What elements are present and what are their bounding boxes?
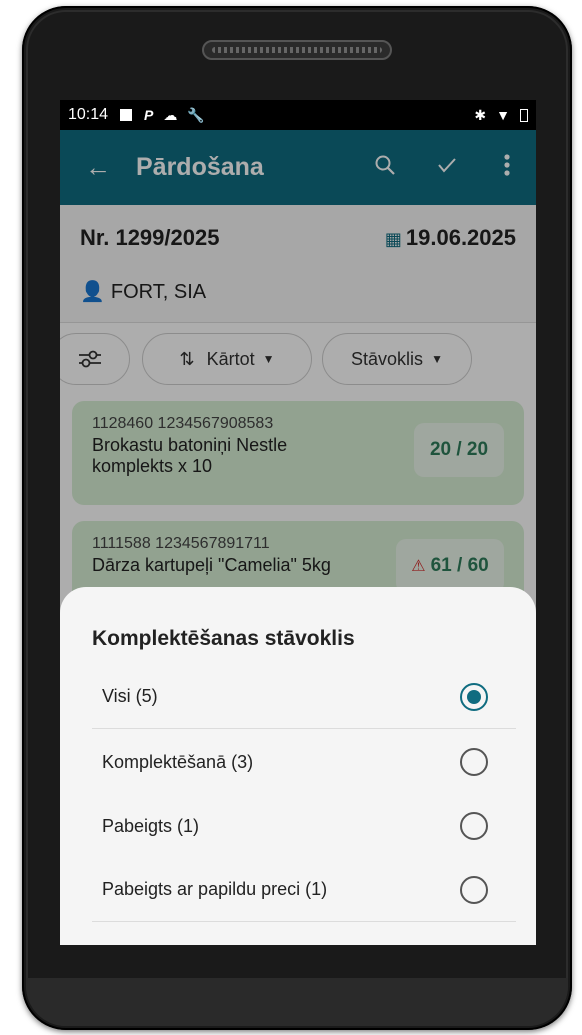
state-option-all[interactable]: Visi (5): [92, 665, 516, 729]
radio-unselected-icon[interactable]: [460, 812, 488, 840]
phone-speaker: [202, 40, 392, 60]
state-option-finished[interactable]: Pabeigts (1): [92, 794, 516, 858]
status-right: ✱ ▼: [474, 107, 528, 124]
state-option-in-progress[interactable]: Komplektēšanā (3): [92, 730, 516, 794]
sheet-title: Komplektēšanas stāvoklis: [92, 627, 355, 650]
status-time: 10:14: [68, 106, 109, 123]
radio-selected-icon[interactable]: [460, 683, 488, 711]
status-bar: 10:14 P ☁ 🔧 ✱ ▼: [60, 100, 536, 130]
radio-unselected-icon[interactable]: [460, 876, 488, 904]
state-option-finished-extra[interactable]: Pabeigts ar papildu preci (1): [92, 858, 516, 922]
wrench-icon: 🔧: [187, 106, 205, 123]
cloud-icon: ☁: [163, 106, 178, 123]
speaker-grille: [212, 47, 382, 53]
wifi-icon: ▼: [496, 107, 510, 123]
option-label: Pabeigts (1): [102, 815, 200, 836]
notification-square-icon: [120, 109, 133, 121]
bluetooth-icon: ✱: [474, 106, 487, 123]
screen: 10:14 P ☁ 🔧 ✱ ▼ ← Pārdošana Nr. 1299/202…: [60, 100, 536, 945]
radio-unselected-icon[interactable]: [460, 748, 488, 776]
phone-chin: [26, 978, 568, 1026]
option-label: Visi (5): [102, 686, 158, 706]
state-bottom-sheet: Komplektēšanas stāvoklis Visi (5) Komple…: [60, 587, 536, 945]
battery-icon: [520, 108, 528, 122]
option-label: Pabeigts ar papildu preci (1): [102, 879, 328, 899]
parking-icon: P: [144, 107, 154, 123]
option-label: Komplektēšanā (3): [102, 751, 254, 772]
